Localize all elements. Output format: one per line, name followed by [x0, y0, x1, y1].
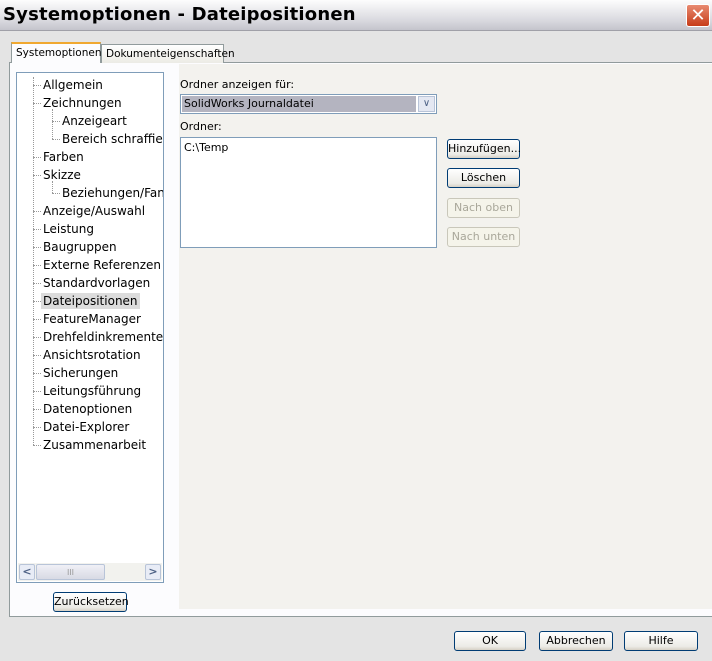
- tree-item[interactable]: Bereich schraffieren: [60, 131, 163, 147]
- tree-item[interactable]: Ansichtsrotation: [41, 347, 143, 363]
- tree-item[interactable]: Baugruppen: [41, 239, 119, 255]
- move-up-button[interactable]: Nach oben: [447, 198, 520, 218]
- tree-connector: [33, 229, 41, 230]
- tree-item[interactable]: Externe Referenzen: [41, 257, 163, 273]
- tree-connector: [33, 337, 41, 338]
- tab-dokumenteigenschaften[interactable]: Dokumenteigenschaften: [101, 44, 235, 63]
- close-icon[interactable]: ✕: [686, 4, 710, 27]
- show-for-value: SolidWorks Journaldatei: [182, 96, 416, 112]
- tree-connector: [33, 409, 41, 410]
- tree-connector: [33, 265, 41, 266]
- tree-item[interactable]: Datenoptionen: [41, 401, 134, 417]
- tree-item[interactable]: Leitungsführung: [41, 383, 143, 399]
- scroll-left-icon[interactable]: <: [19, 564, 35, 580]
- tree-connector: [33, 211, 41, 212]
- tab-systemoptionen[interactable]: Systemoptionen: [11, 42, 101, 63]
- folders-list[interactable]: C:\Temp: [180, 137, 437, 248]
- tree-connector: [52, 139, 60, 140]
- show-for-select[interactable]: SolidWorks Journaldatei ∨: [180, 94, 437, 114]
- horizontal-scrollbar[interactable]: < III >: [18, 563, 162, 581]
- tree-connector: [52, 193, 60, 194]
- tree-connector: [33, 85, 41, 86]
- move-down-button[interactable]: Nach unten: [447, 227, 520, 247]
- tree-connector: [33, 301, 41, 302]
- tree-item[interactable]: Standardvorlagen: [41, 275, 152, 291]
- cancel-button[interactable]: Abbrechen: [539, 631, 613, 651]
- scroll-right-icon[interactable]: >: [145, 564, 161, 580]
- tree-line: [52, 181, 53, 193]
- title-bar: Systemoptionen - Dateipositionen ✕: [0, 0, 712, 31]
- tree-connector: [33, 247, 41, 248]
- tree-item[interactable]: Zusammenarbeit: [41, 437, 148, 453]
- tree-item[interactable]: Farben: [41, 149, 86, 165]
- list-item[interactable]: C:\Temp: [184, 141, 228, 154]
- help-button[interactable]: Hilfe: [624, 631, 698, 651]
- tree-item[interactable]: Anzeige/Auswahl: [41, 203, 147, 219]
- tree-item[interactable]: Anzeigeart: [60, 113, 129, 129]
- tree-line: [52, 109, 53, 139]
- tree-connector: [33, 157, 41, 158]
- tree-item[interactable]: Zeichnungen: [41, 95, 124, 111]
- tree-item[interactable]: Allgemein: [41, 77, 105, 93]
- tree-connector: [33, 427, 41, 428]
- tree-line: [33, 77, 34, 445]
- tree-item[interactable]: Dateipositionen: [41, 293, 140, 309]
- tree-item[interactable]: Leistung: [41, 221, 96, 237]
- tree-connector: [33, 283, 41, 284]
- show-for-label: Ordner anzeigen für:: [180, 78, 295, 91]
- tree-connector: [33, 175, 41, 176]
- tree-item[interactable]: FeatureManager: [41, 311, 143, 327]
- tree-connector: [52, 121, 60, 122]
- add-button[interactable]: Hinzufügen...: [447, 139, 521, 159]
- tree-item[interactable]: Sicherungen: [41, 365, 120, 381]
- tree-item[interactable]: Skizze: [41, 167, 83, 183]
- delete-button[interactable]: Löschen: [447, 168, 520, 188]
- tree-item[interactable]: Datei-Explorer: [41, 419, 131, 435]
- window-title: Systemoptionen - Dateipositionen: [3, 4, 356, 25]
- folders-label: Ordner:: [180, 120, 222, 133]
- scroll-thumb[interactable]: III: [36, 564, 105, 580]
- tree-connector: [33, 319, 41, 320]
- ok-button[interactable]: OK: [454, 631, 526, 651]
- options-tree[interactable]: Allgemein Zeichnungen Anzeigeart Bereich sc…: [16, 72, 164, 583]
- tree-connector: [33, 103, 41, 104]
- tree-connector: [33, 355, 41, 356]
- chevron-down-icon[interactable]: ∨: [418, 96, 435, 112]
- tree-item[interactable]: Beziehungen/Fang: [60, 185, 163, 201]
- tree-connector: [33, 391, 41, 392]
- tree-connector: [33, 373, 41, 374]
- tree-item[interactable]: Drehfeldinkremente: [41, 329, 163, 345]
- reset-button[interactable]: Zurücksetzen: [53, 592, 129, 612]
- tree-connector: [33, 445, 41, 446]
